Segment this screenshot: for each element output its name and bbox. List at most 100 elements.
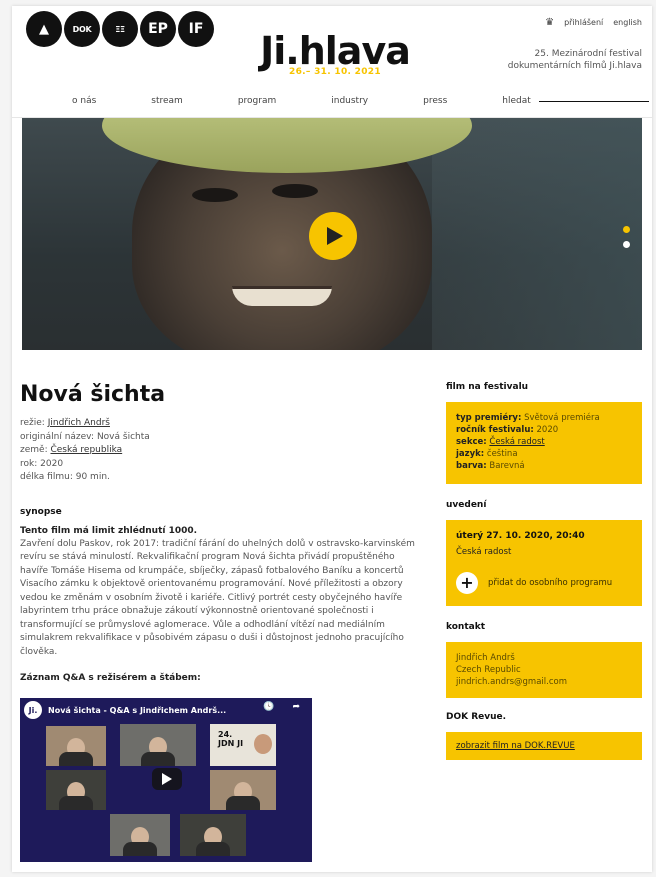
- search-field[interactable]: hledat: [502, 96, 649, 106]
- brand-name: Ji.hlava: [260, 29, 411, 73]
- language-value: čeština: [486, 449, 518, 459]
- year-value: 2020: [40, 458, 64, 469]
- page: ▲ DOK ΞΞ EP IF Ji.hlava 26.– 31. 10. 202…: [12, 6, 652, 872]
- video-tile: [46, 770, 106, 810]
- language-link[interactable]: english: [613, 18, 642, 27]
- synopsis-body: Zavření dolu Paskov, rok 2017: tradiční …: [20, 538, 415, 657]
- contact-email[interactable]: jindrich.andrs@gmail.com: [456, 676, 632, 688]
- nav-item-program[interactable]: program: [238, 96, 276, 106]
- meta-original-title: originální název: Nová šichta: [20, 431, 425, 445]
- edition-row: ročník festivalu: 2020: [456, 424, 632, 436]
- screening-section: Česká radost: [456, 547, 512, 557]
- video-tile: [46, 726, 106, 766]
- original-title-value: Nová šichta: [96, 431, 150, 442]
- color-label: barva:: [456, 461, 487, 471]
- director-link[interactable]: Jindřich Andrš: [48, 418, 110, 428]
- contact-box: Jindřich Andrš Czech Republic jindrich.a…: [446, 642, 642, 698]
- edition-value: 2020: [536, 425, 559, 435]
- meta-country: země: Česká republika: [20, 444, 425, 458]
- logo-ep[interactable]: EP: [140, 11, 176, 47]
- video-slide-text: 24. JDN JI: [218, 730, 244, 748]
- top-utility: ♛ přihlášení english: [545, 17, 642, 28]
- video-play-button[interactable]: [152, 768, 182, 790]
- premiere-row: typ premiéry: Světová premiéra: [456, 412, 632, 424]
- logo-third[interactable]: ΞΞ: [102, 11, 138, 47]
- plus-icon: +: [456, 572, 478, 594]
- video-slide-tile: 24. JDN JI: [210, 724, 276, 766]
- length-label: délka filmu:: [20, 472, 73, 482]
- crown-icon[interactable]: ♛: [545, 17, 554, 28]
- play-button[interactable]: [309, 212, 357, 260]
- premiere-label: typ premiéry:: [456, 413, 522, 423]
- qa-heading: Záznam Q&A s režisérem a štábem:: [20, 673, 201, 683]
- hero-image: [22, 118, 642, 350]
- nav-item-press[interactable]: press: [423, 96, 447, 106]
- nav-item-industry[interactable]: industry: [331, 96, 368, 106]
- film-title: Nová šichta: [20, 382, 166, 407]
- year-label: rok:: [20, 458, 38, 469]
- meta-year: rok: 2020: [20, 458, 425, 472]
- search-label: hledat: [502, 96, 531, 106]
- festival-heading: film na festivalu: [446, 382, 529, 392]
- synopsis-lead: Tento film má limit zhlédnutí 1000.: [20, 525, 198, 536]
- clock-icon[interactable]: 🕓: [263, 702, 274, 712]
- contact-heading: kontakt: [446, 622, 485, 632]
- add-to-program-label: přidat do osobního programu: [488, 578, 613, 588]
- play-icon: [327, 227, 343, 245]
- add-to-program-button[interactable]: + přidat do osobního programu: [456, 572, 632, 594]
- video-tile: [110, 814, 170, 856]
- nav-item-stream[interactable]: stream: [151, 96, 183, 106]
- hero-eye-left: [192, 188, 238, 202]
- video-tile: [180, 814, 246, 856]
- country-link[interactable]: Česká republika: [50, 445, 122, 455]
- language-label: jazyk:: [456, 449, 485, 459]
- contact-country: Czech Republic: [456, 665, 521, 675]
- dok-revue-link[interactable]: zobrazit film na DOK.REVUE: [456, 741, 575, 751]
- festival-info: 25. Mezinárodní festival dokumentárních …: [508, 48, 642, 72]
- length-value: 90 min.: [75, 472, 110, 482]
- partner-logos: ▲ DOK ΞΞ EP IF: [26, 11, 214, 47]
- carousel-dot-2[interactable]: [623, 241, 630, 248]
- main-nav: o nás stream program industry press hled…: [72, 96, 649, 106]
- logo-if[interactable]: IF: [178, 11, 214, 47]
- screening-date: úterý 27. 10. 2020, 20:40: [456, 531, 585, 541]
- screening-box: úterý 27. 10. 2020, 20:40 Česká radost +…: [446, 520, 642, 606]
- director-label: režie:: [20, 418, 45, 428]
- meta-length: délka filmu: 90 min.: [20, 471, 425, 485]
- film-sidebar: film na festivalu typ premiéry: Světová …: [446, 382, 642, 760]
- color-value: Barevná: [489, 461, 525, 471]
- video-controls: 🕓 ➦: [263, 702, 300, 712]
- site-logo[interactable]: Ji.hlava 26.– 31. 10. 2021: [255, 31, 415, 77]
- hero-eye-right: [272, 184, 318, 198]
- play-icon: [162, 773, 172, 785]
- logo-dok[interactable]: DOK: [64, 11, 100, 47]
- video-tile: [210, 770, 276, 810]
- festival-info-box: typ premiéry: Světová premiéra ročník fe…: [446, 402, 642, 484]
- film-main: Nová šichta režie: Jindřich Andrš origin…: [20, 382, 425, 685]
- color-row: barva: Barevná: [456, 460, 632, 472]
- nav-item-o-nas[interactable]: o nás: [72, 96, 96, 106]
- hero-background: [432, 118, 642, 350]
- original-title-label: originální název:: [20, 431, 95, 442]
- site-header: ▲ DOK ΞΞ EP IF Ji.hlava 26.– 31. 10. 202…: [12, 6, 652, 118]
- video-slide-face: [254, 734, 272, 754]
- section-link[interactable]: Česká radost: [489, 437, 544, 447]
- carousel-dot-1[interactable]: [623, 226, 630, 233]
- section-row: sekce: Česká radost: [456, 436, 632, 448]
- video-title[interactable]: Nová šichta - Q&A s Jindřichem Andrš...: [48, 706, 238, 715]
- festival-info-line-1: 25. Mezinárodní festival: [534, 49, 642, 59]
- language-row: jazyk: čeština: [456, 448, 632, 460]
- screening-heading: uvedení: [446, 500, 487, 510]
- video-tile: [120, 724, 196, 766]
- video-channel-logo[interactable]: Ji.: [24, 701, 42, 719]
- login-link[interactable]: přihlášení: [564, 18, 603, 27]
- share-icon[interactable]: ➦: [292, 702, 300, 712]
- logo-triangle[interactable]: ▲: [26, 11, 62, 47]
- section-label: sekce:: [456, 437, 487, 447]
- qa-video-embed[interactable]: Ji. Nová šichta - Q&A s Jindřichem Andrš…: [20, 698, 312, 862]
- synopsis-heading: synopse: [20, 506, 62, 517]
- meta-director: režie: Jindřich Andrš: [20, 417, 425, 431]
- hero-mouth: [232, 286, 332, 306]
- film-meta: režie: Jindřich Andrš originální název: …: [20, 417, 425, 485]
- contact-name: Jindřich Andrš: [456, 653, 515, 663]
